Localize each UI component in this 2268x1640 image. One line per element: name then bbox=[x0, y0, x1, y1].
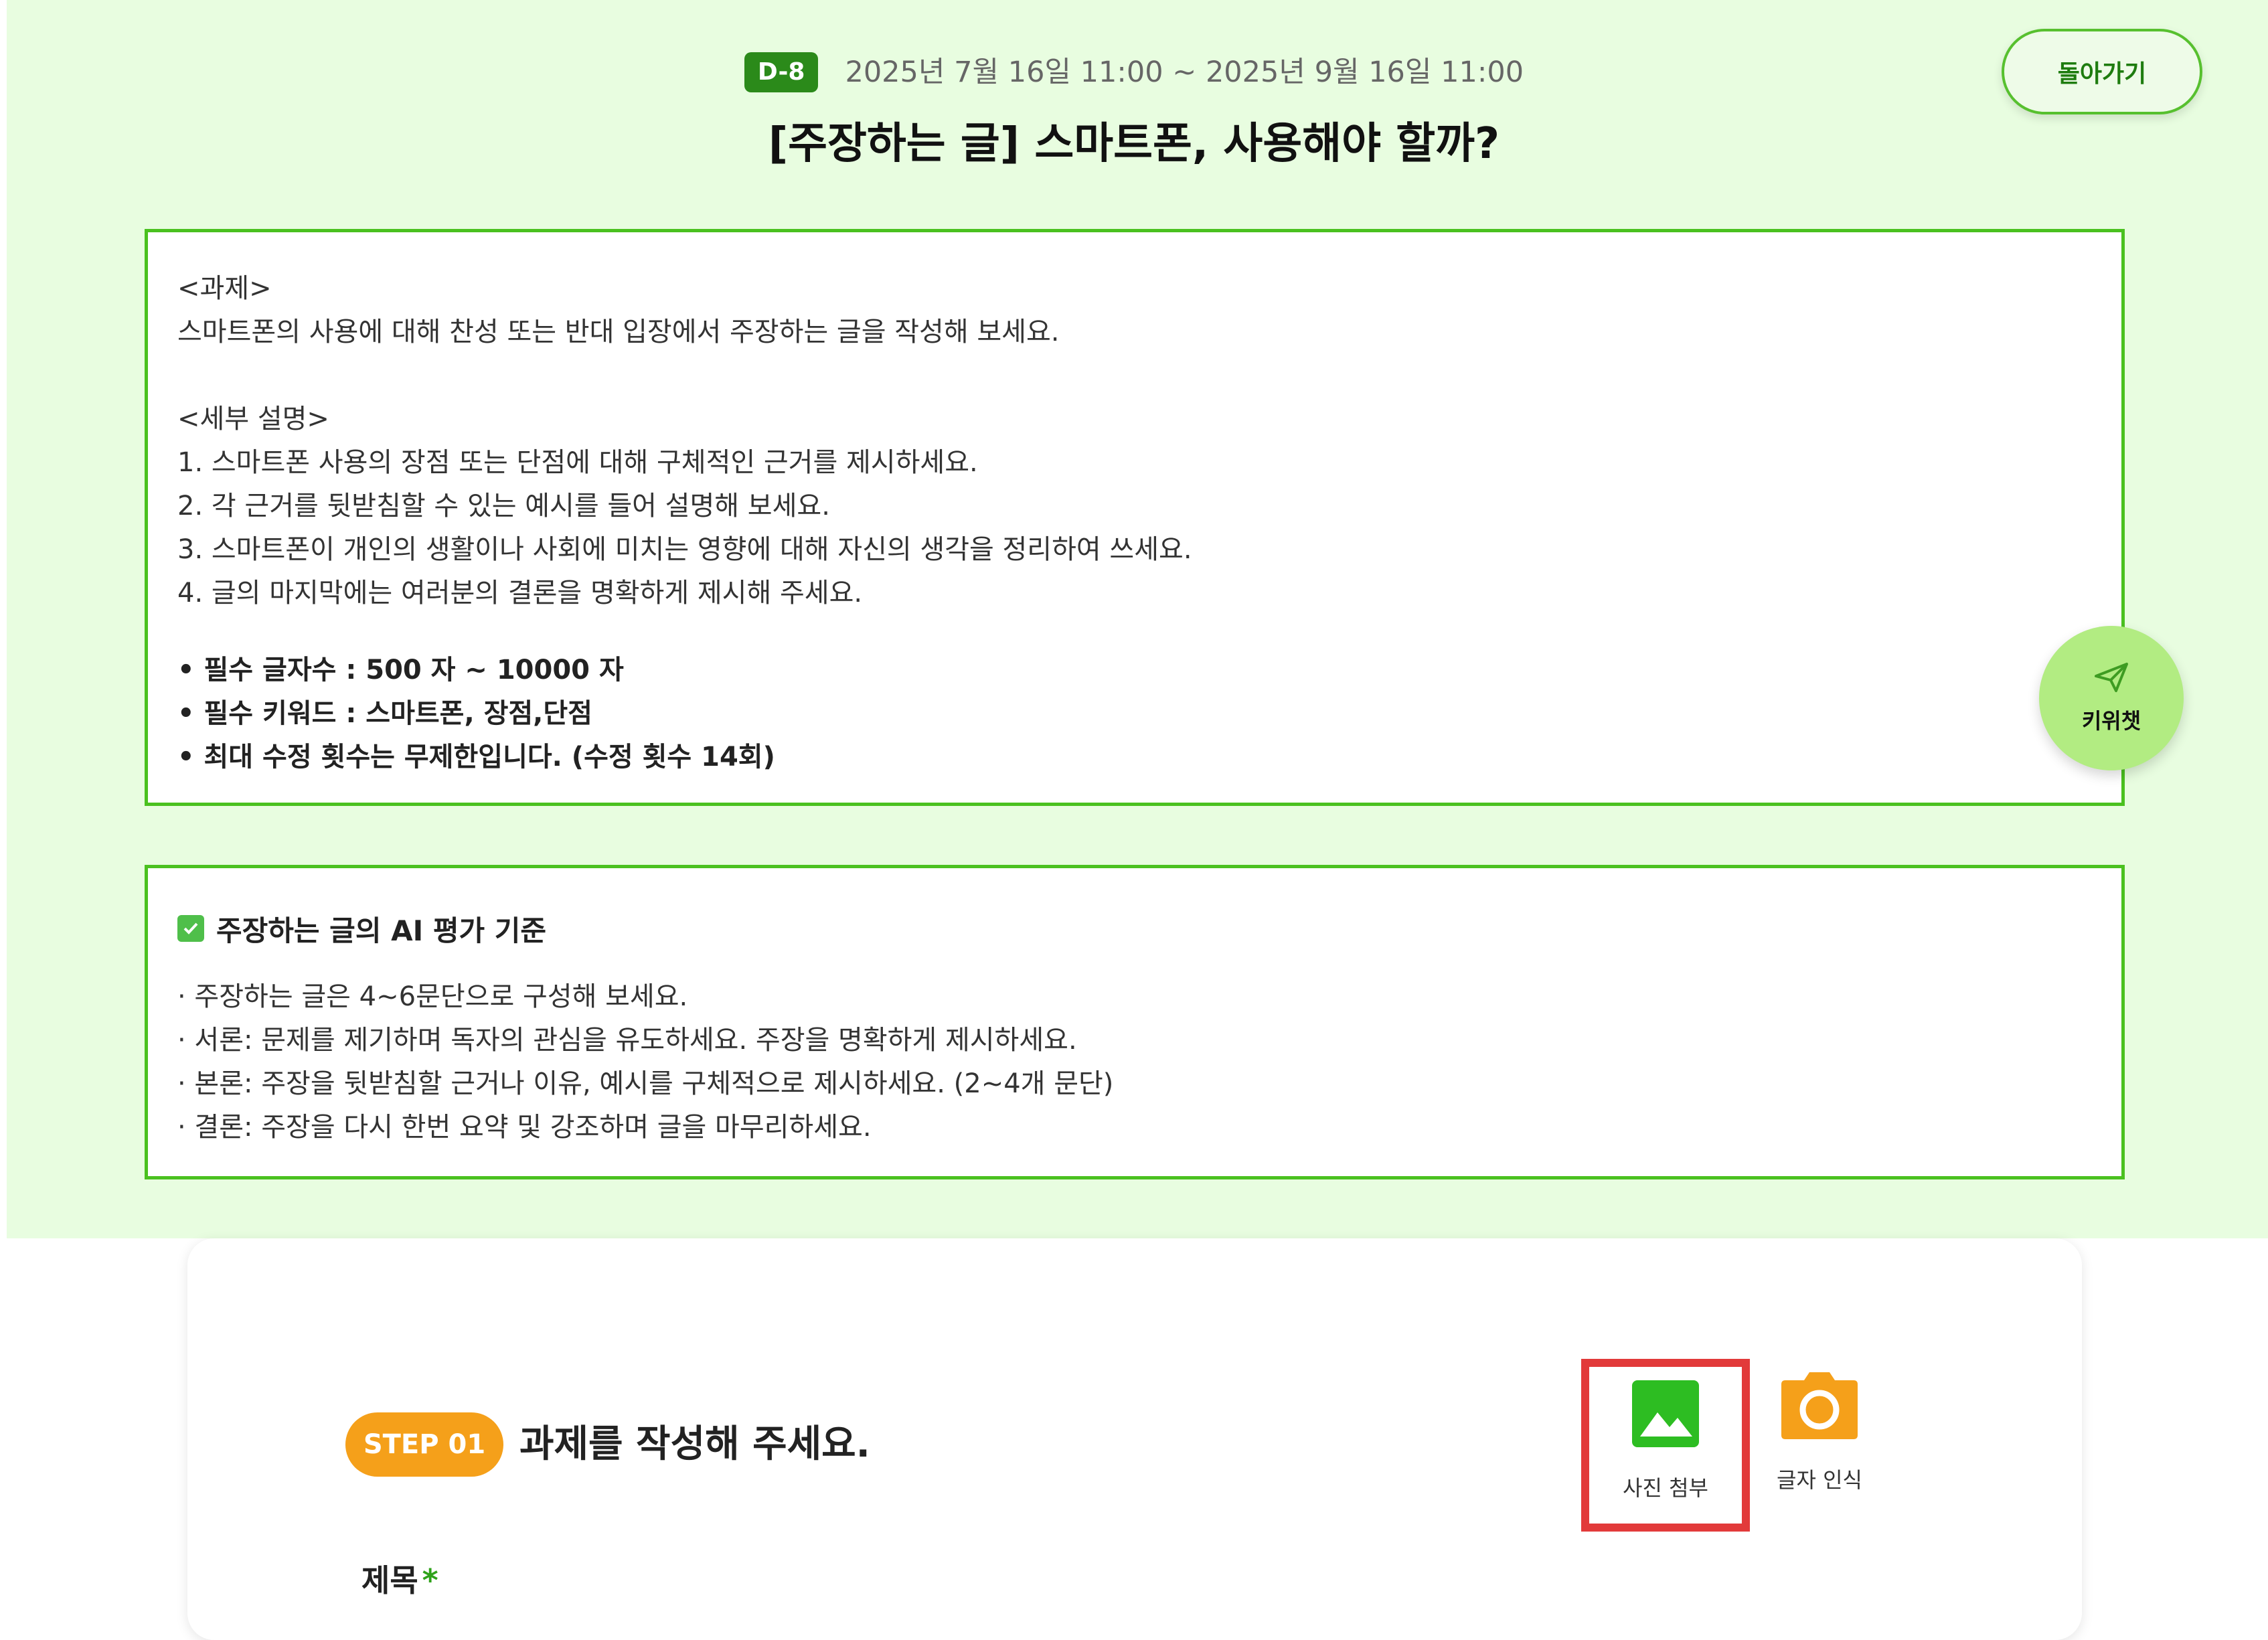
title-field-label: 제목 * bbox=[361, 1556, 438, 1601]
criteria-box: 주장하는 글의 AI 평가 기준 · 주장하는 글은 4~6문단으로 구성해 보… bbox=[145, 865, 2125, 1179]
text-recognition-button[interactable]: 글자 인식 bbox=[1735, 1359, 1904, 1532]
required-mark: * bbox=[422, 1562, 438, 1598]
dday-badge: D-8 bbox=[744, 52, 819, 92]
detail-item: 1. 스마트폰 사용의 장점 또는 단점에 대해 구체적인 근거를 제시하세요. bbox=[177, 447, 978, 478]
requirement-item: • 필수 키워드 : 스마트폰, 장점,단점 bbox=[177, 698, 592, 729]
criteria-item: · 결론: 주장을 다시 한번 요약 및 강조하며 글을 마무리하세요. bbox=[177, 1112, 872, 1143]
image-icon bbox=[1631, 1379, 1700, 1451]
photo-attach-button[interactable]: 사진 첨부 bbox=[1581, 1359, 1750, 1532]
header-meta: D-8 2025년 7월 16일 11:00 ~ 2025년 9월 16일 11… bbox=[0, 46, 2268, 99]
page-title: [주장하는 글] 스마트폰, 사용해야 할까? bbox=[768, 119, 1500, 169]
check-icon bbox=[177, 915, 204, 942]
assignment-period: 2025년 7월 16일 11:00 ~ 2025년 9월 16일 11:00 bbox=[845, 56, 1524, 89]
criteria-item: · 주장하는 글은 4~6문단으로 구성해 보세요. bbox=[177, 981, 688, 1012]
criteria-item: · 본론: 주장을 뒷받침할 근거나 이유, 예시를 구체적으로 제시하세요. … bbox=[177, 1068, 1114, 1099]
task-prompt: 스마트폰의 사용에 대해 찬성 또는 반대 입장에서 주장하는 글을 작성해 보… bbox=[177, 317, 1060, 347]
send-icon bbox=[2093, 661, 2129, 696]
detail-item: 2. 각 근거를 뒷받침할 수 있는 예시를 들어 설명해 보세요. bbox=[177, 491, 830, 521]
detail-item: 4. 글의 마지막에는 여러분의 결론을 명확하게 제시해 주세요. bbox=[177, 578, 863, 608]
title-label-text: 제목 bbox=[361, 1562, 418, 1598]
criteria-title: 주장하는 글의 AI 평가 기준 bbox=[216, 914, 547, 947]
detail-item: 3. 스마트폰이 개인의 생활이나 사회에 미치는 영향에 대해 자신의 생각을… bbox=[177, 534, 1192, 565]
camera-icon bbox=[1780, 1371, 1859, 1443]
criteria-item: · 서론: 문제를 제기하며 독자의 관심을 유도하세요. 주장을 명확하게 제… bbox=[177, 1025, 1077, 1056]
step-title: 과제를 작성해 주세요. bbox=[519, 1422, 870, 1466]
keychat-label: 키위챗 bbox=[2081, 708, 2141, 734]
task-heading: <과제> bbox=[177, 273, 272, 304]
keychat-button[interactable]: 키위챗 bbox=[2039, 626, 2184, 770]
photo-attach-label: 사진 첨부 bbox=[1623, 1475, 1708, 1501]
back-button[interactable]: 돌아가기 bbox=[2002, 29, 2202, 114]
step-badge: STEP 01 bbox=[345, 1412, 503, 1477]
criteria-header: 주장하는 글의 AI 평가 기준 bbox=[177, 902, 2092, 955]
task-box: <과제> 스마트폰의 사용에 대해 찬성 또는 반대 입장에서 주장하는 글을 … bbox=[145, 229, 2125, 806]
requirement-item: • 필수 글자수 : 500 자 ~ 10000 자 bbox=[177, 655, 624, 685]
requirement-item: • 최대 수정 횟수는 무제한입니다. (수정 횟수 14회) bbox=[177, 742, 775, 772]
text-recognition-label: 글자 인식 bbox=[1777, 1467, 1862, 1493]
detail-heading: <세부 설명> bbox=[177, 404, 329, 434]
